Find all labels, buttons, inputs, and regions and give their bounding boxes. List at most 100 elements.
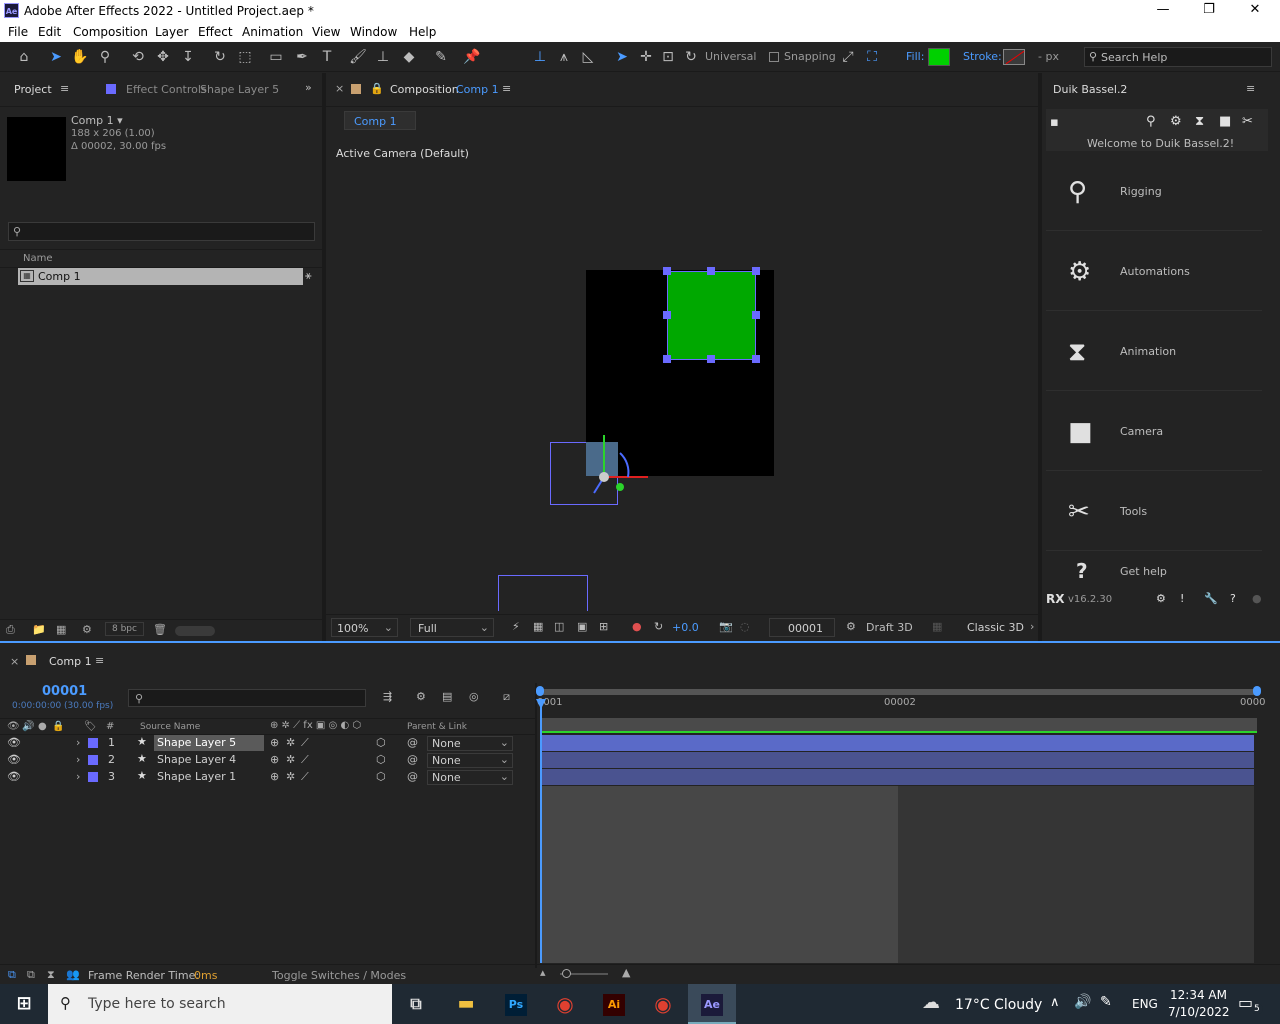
project-menu-icon[interactable]: ≡	[60, 82, 69, 95]
project-settings-icon[interactable]: ⚙	[82, 623, 92, 636]
chevron-up-icon[interactable]: ∧	[1050, 995, 1060, 1010]
reset-exposure-icon[interactable]: ↻	[654, 620, 663, 633]
table-row[interactable]: 👁 › 1 ★ Shape Layer 5 ⊕ ✲ ⟋ ⬡ @ None ⌄	[0, 735, 535, 752]
hand-tool-icon[interactable]: ✋	[70, 47, 90, 67]
file-explorer-icon[interactable]: ▬	[446, 988, 486, 1020]
tools-icon[interactable]: ✂	[1242, 114, 1253, 129]
chrome-icon[interactable]: ◉	[545, 988, 585, 1020]
transform-handle[interactable]	[752, 267, 760, 275]
chevron-right-icon[interactable]: ›	[76, 770, 80, 783]
3d-layer-icon[interactable]: ⬡	[376, 770, 386, 783]
selection-mode-icon[interactable]: ➤	[612, 47, 632, 67]
after-effects-app[interactable]: Ae	[688, 984, 736, 1024]
layer-bar[interactable]	[541, 769, 1254, 785]
stroke-width-unit[interactable]: - px	[1038, 50, 1059, 63]
selected-item-name[interactable]: Comp 1 ▾	[71, 114, 123, 127]
illustrator-app[interactable]: Ai	[594, 988, 634, 1020]
draft-3d-icon[interactable]: ⚙	[846, 620, 856, 633]
snapshot-icon[interactable]: 📷	[719, 620, 733, 633]
transparency-grid-icon[interactable]: ▦	[533, 620, 543, 633]
settings-icon[interactable]: ⚙	[1156, 592, 1166, 605]
table-row[interactable]: 👁 › 2 ★ Shape Layer 4 ⊕ ✲ ⟋ ⬡ @ None ⌄	[0, 752, 535, 769]
scale-mode-icon[interactable]: ⊡	[658, 47, 678, 67]
brush-tool-icon[interactable]: 🖌	[348, 47, 368, 67]
work-area-start-handle[interactable]	[536, 686, 544, 696]
quality-icon[interactable]: ✲	[286, 753, 295, 766]
duik-rigging-button[interactable]: ⚲ Rigging	[1046, 153, 1262, 231]
frame-blending-icon[interactable]: ◎	[469, 690, 479, 703]
timeline-empty-area[interactable]	[541, 786, 898, 963]
motion-blur-icon[interactable]: ⟋	[301, 753, 309, 767]
puppet-pin-icon[interactable]: 📌	[462, 47, 482, 67]
timeline-search-input[interactable]: ⚲	[128, 689, 366, 707]
layer-number-header[interactable]: #	[106, 721, 114, 732]
label-icon[interactable]: 🏷	[84, 721, 97, 732]
comp-breadcrumb[interactable]: Comp 1	[344, 111, 416, 130]
photoshop-app[interactable]: Ps	[496, 988, 536, 1020]
trash-icon[interactable]: 🗑	[153, 623, 167, 636]
toggle-switches-modes-button[interactable]: Toggle Switches / Modes	[272, 969, 406, 982]
zoom-in-icon[interactable]: ▲	[622, 966, 630, 979]
wrench-icon[interactable]: 🔧	[1204, 592, 1218, 605]
menu-layer[interactable]: Layer	[155, 25, 188, 39]
menu-help[interactable]: Help	[409, 25, 436, 39]
windows-start-icon[interactable]: ⊞	[4, 988, 44, 1020]
eye-icon[interactable]: 👁	[7, 770, 21, 783]
comp-mini-flowchart-icon[interactable]: ⇶	[383, 690, 392, 703]
duik-panel-title[interactable]: Duik Bassel.2	[1053, 83, 1127, 96]
parent-link-header[interactable]: Parent & Link	[407, 722, 467, 732]
layer-bar-selected[interactable]	[541, 735, 1254, 751]
project-column-name[interactable]: Name	[23, 253, 53, 264]
audio-icon[interactable]: 🔊	[22, 721, 34, 732]
close-tab-icon[interactable]: ×	[335, 82, 344, 95]
work-area-end-handle[interactable]	[1253, 686, 1261, 696]
composition-tab-name[interactable]: Comp 1	[456, 83, 499, 96]
view-axis-icon[interactable]: ◺	[578, 47, 598, 67]
duik-menu-icon[interactable]: ≡	[1246, 82, 1255, 95]
duik-help-button[interactable]: ? Get help	[1046, 553, 1262, 587]
menu-window[interactable]: Window	[350, 25, 397, 39]
zoom-slider-handle[interactable]	[562, 969, 571, 978]
source-name-header[interactable]: Source Name	[140, 722, 200, 732]
search-help-field[interactable]: ⚲ Search Help	[1084, 47, 1272, 67]
clock-time[interactable]: 12:34 AM	[1170, 988, 1227, 1002]
camera-icon[interactable]: ■	[1219, 114, 1231, 129]
local-axis-icon[interactable]: ⊥	[530, 47, 550, 67]
fill-color-swatch[interactable]	[928, 48, 950, 66]
project-item-comp[interactable]: ▦ Comp 1	[18, 268, 303, 285]
pen-icon[interactable]: ✎	[1100, 994, 1112, 1010]
graph-editor-icon[interactable]: ⧄	[503, 690, 510, 704]
snapping-label[interactable]: Snapping	[784, 50, 836, 63]
parent-dropdown[interactable]: None ⌄	[427, 753, 513, 768]
axis-mode-label[interactable]: Universal	[705, 50, 756, 63]
orbit-camera-icon[interactable]: ⟲	[128, 47, 148, 67]
effect-controls-layer-name[interactable]: Shape Layer 5	[200, 83, 279, 96]
new-composition-icon[interactable]: ▦	[56, 623, 66, 636]
switches-header-icons[interactable]: ⊕ ✲ ⟋ fx ▣ ◎ ◐ ⬡	[270, 720, 361, 731]
duik-note-icon[interactable]: ▪	[1050, 115, 1059, 130]
menu-animation[interactable]: Animation	[242, 25, 303, 39]
collapse-transform-icon[interactable]: ⊕	[270, 753, 279, 766]
collapse-transform-icon[interactable]: ⊕	[270, 770, 279, 783]
motion-blur-icon[interactable]: ⟋	[301, 736, 309, 750]
timeline-empty-area[interactable]	[898, 786, 1254, 963]
duik-automations-button[interactable]: ⚙ Automations	[1046, 233, 1262, 311]
label-swatch[interactable]	[88, 772, 98, 782]
menu-edit[interactable]: Edit	[38, 25, 61, 39]
layer-bounding-box[interactable]	[498, 575, 588, 611]
fast-previews-icon[interactable]: ⚡	[512, 620, 520, 633]
pick-whip-icon[interactable]: @	[407, 736, 418, 749]
close-tab-icon[interactable]: ×	[10, 655, 19, 668]
type-tool-icon[interactable]: T	[317, 47, 337, 67]
flowchart-icon[interactable]: ⚹	[305, 269, 312, 283]
bit-depth-button[interactable]: 8 bpc	[105, 622, 144, 636]
draft-3d-label[interactable]: Draft 3D	[866, 621, 913, 634]
duik-tools-button[interactable]: ✂ Tools	[1046, 473, 1262, 551]
zoom-tool-icon[interactable]: ⚲	[95, 47, 115, 67]
rigging-icon[interactable]: ⚲	[1146, 114, 1156, 129]
collapse-transform-icon[interactable]: ⊕	[270, 736, 279, 749]
quality-icon[interactable]: ✲	[286, 770, 295, 783]
in-out-toggle-icon[interactable]: ⧗	[47, 968, 55, 982]
taskbar-search-box[interactable]: ⚲ Type here to search	[48, 984, 392, 1024]
volume-icon[interactable]: 🔊	[1074, 994, 1091, 1010]
